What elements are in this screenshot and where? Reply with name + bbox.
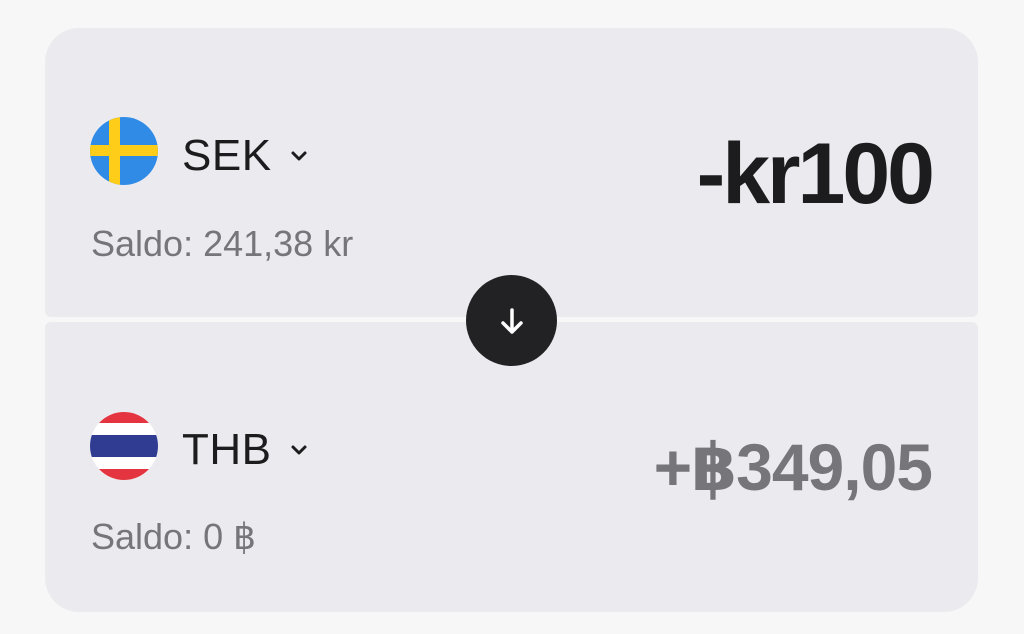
to-balance: Saldo: 0 ฿	[91, 516, 257, 557]
from-balance: Saldo: 241,38 kr	[91, 223, 354, 264]
arrow-down-icon	[500, 307, 523, 334]
to-currency-code: THB	[182, 425, 272, 474]
thailand-flag-icon	[90, 412, 158, 480]
to-currency-selector[interactable]: THB	[182, 426, 312, 474]
from-currency-selector[interactable]: SEK	[182, 132, 312, 180]
from-currency-panel: SEK Saldo: 241,38 kr -kr100	[45, 28, 978, 317]
to-amount: +฿349,05	[653, 430, 933, 504]
currency-exchange-widget: SEK Saldo: 241,38 kr -kr100 THB Saldo: 0…	[45, 28, 978, 612]
swap-currencies-button[interactable]	[466, 275, 557, 366]
from-currency-code: SEK	[182, 131, 272, 180]
sweden-flag-icon	[90, 117, 158, 185]
chevron-down-icon	[286, 143, 312, 169]
chevron-down-icon	[286, 437, 312, 463]
from-amount[interactable]: -kr100	[697, 126, 935, 222]
